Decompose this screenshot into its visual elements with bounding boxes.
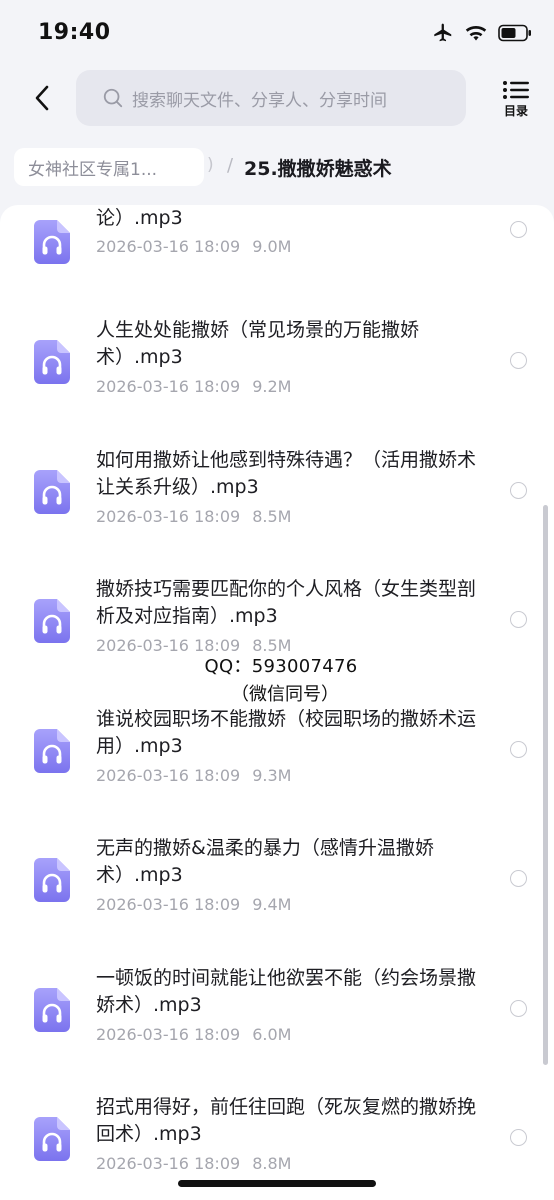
file-meta: 2026-03-16 18:09 6.0M xyxy=(96,1025,291,1044)
toc-button[interactable]: 目录 xyxy=(496,80,536,124)
audio-file-icon xyxy=(34,988,70,1032)
file-meta: 2026-03-16 18:09 9.2M xyxy=(96,377,291,396)
file-name: 你理解的撒娇，才不是真正的撒娇（撒娇术概论）.mp3 xyxy=(96,207,183,229)
breadcrumb-current: 25.撒撒娇魅惑术 xyxy=(244,158,392,180)
file-size: 9.0M xyxy=(252,237,292,256)
file-size: 9.2M xyxy=(252,377,292,396)
file-date: 2026-03-16 18:09 xyxy=(96,237,241,256)
file-meta: 2026-03-16 18:09 9.3M xyxy=(96,766,291,785)
select-radio[interactable] xyxy=(510,482,527,499)
status-bar: 19:40 xyxy=(0,0,554,66)
select-radio[interactable] xyxy=(510,352,527,369)
watermark-contact: QQ：593007476 xyxy=(204,656,358,677)
file-size: 8.5M xyxy=(252,507,292,526)
file-size: 6.0M xyxy=(252,1025,292,1044)
audio-file-icon xyxy=(34,599,70,643)
file-item[interactable]: 一顿饭的时间就能让他欲罢不能（约会场景撒娇术）.mp3 2026-03-16 1… xyxy=(0,963,554,1093)
scrollbar[interactable] xyxy=(543,505,548,1065)
select-radio[interactable] xyxy=(510,741,527,758)
file-name: 撒娇技巧需要匹配你的个人风格（女生类型剖析及对应指南）.mp3 xyxy=(96,578,477,627)
file-date: 2026-03-16 18:09 xyxy=(96,1154,241,1173)
header: 搜索聊天文件、分享人、分享时间 目录 xyxy=(0,66,554,132)
file-name: 招式用得好，前任往回跑（死灰复燃的撒娇挽回术）.mp3 xyxy=(96,1096,477,1145)
file-item[interactable]: 无声的撒娇&温柔的暴力（感情升温撒娇术）.mp3 2026-03-16 18:0… xyxy=(0,833,554,963)
select-radio[interactable] xyxy=(510,1000,527,1017)
search-input[interactable]: 搜索聊天文件、分享人、分享时间 xyxy=(76,70,466,126)
home-indicator[interactable] xyxy=(178,1180,376,1187)
file-meta: 2026-03-16 18:09 9.4M xyxy=(96,895,291,914)
file-item[interactable]: 谁说校园职场不能撒娇（校园职场的撒娇术运用）.mp3 2026-03-16 18… xyxy=(0,704,554,834)
file-browser-screen: 19:40 搜索聊天文件、分享人、分享时间 目录 女神社区专属1...) / … xyxy=(0,0,554,1200)
file-name: 无声的撒娇&温柔的暴力（感情升温撒娇术）.mp3 xyxy=(96,837,434,886)
audio-file-icon xyxy=(34,220,70,264)
file-item[interactable]: 人生处处能撒娇（常见场景的万能撒娇术）.mp3 2026-03-16 18:09… xyxy=(0,315,554,445)
chevron-left-icon xyxy=(35,85,49,111)
file-size: 8.8M xyxy=(252,1154,292,1173)
search-icon xyxy=(103,88,123,108)
breadcrumb: 女神社区专属1... ) / 25.撒撒娇魅惑术 xyxy=(0,140,554,192)
file-date: 2026-03-16 18:09 xyxy=(96,1025,241,1044)
file-name: 如何用撒娇让他感到特殊待遇？（活用撒娇术让关系升级）.mp3 xyxy=(96,449,477,498)
watermark-note: （微信同号） xyxy=(231,684,339,705)
search-placeholder: 搜索聊天文件、分享人、分享时间 xyxy=(132,90,387,111)
file-date: 2026-03-16 18:09 xyxy=(96,895,241,914)
status-time: 19:40 xyxy=(38,20,111,45)
list-icon xyxy=(503,81,529,99)
audio-file-icon xyxy=(34,470,70,514)
select-radio[interactable] xyxy=(510,870,527,887)
breadcrumb-parent[interactable]: 女神社区专属1... xyxy=(14,148,204,186)
file-name: 谁说校园职场不能撒娇（校园职场的撒娇术运用）.mp3 xyxy=(96,708,477,757)
file-meta: 2026-03-16 18:09 9.0M xyxy=(96,237,291,256)
file-meta: 2026-03-16 18:09 8.5M xyxy=(96,507,291,526)
file-item[interactable]: 如何用撒娇让他感到特殊待遇？（活用撒娇术让关系升级）.mp3 2026-03-1… xyxy=(0,445,554,575)
file-date: 2026-03-16 18:09 xyxy=(96,766,241,785)
audio-file-icon xyxy=(34,858,70,902)
file-name: 一顿饭的时间就能让他欲罢不能（约会场景撒娇术）.mp3 xyxy=(96,967,477,1016)
file-date: 2026-03-16 18:09 xyxy=(96,507,241,526)
file-item[interactable]: 你理解的撒娇，才不是真正的撒娇（撒娇术概论）.mp3 2026-03-16 18… xyxy=(0,205,554,325)
status-icons xyxy=(432,22,532,44)
file-date: 2026-03-16 18:09 xyxy=(96,377,241,396)
battery-icon xyxy=(498,24,531,42)
wifi-icon xyxy=(465,26,487,41)
breadcrumb-separator: / xyxy=(227,155,234,176)
airplane-icon xyxy=(434,23,452,42)
audio-file-icon xyxy=(34,729,70,773)
select-radio[interactable] xyxy=(510,1129,527,1146)
audio-file-icon xyxy=(34,1117,70,1161)
back-button[interactable] xyxy=(24,80,60,116)
select-radio[interactable] xyxy=(510,221,527,238)
audio-file-icon xyxy=(34,340,70,384)
file-size: 9.4M xyxy=(252,895,292,914)
file-name: 人生处处能撒娇（常见场景的万能撒娇术）.mp3 xyxy=(96,319,420,368)
file-meta: 2026-03-16 18:09 8.8M xyxy=(96,1154,291,1173)
toc-label: 目录 xyxy=(503,104,528,118)
file-size: 9.3M xyxy=(252,766,292,785)
breadcrumb-ghost: ) xyxy=(207,155,214,175)
select-radio[interactable] xyxy=(510,611,527,628)
